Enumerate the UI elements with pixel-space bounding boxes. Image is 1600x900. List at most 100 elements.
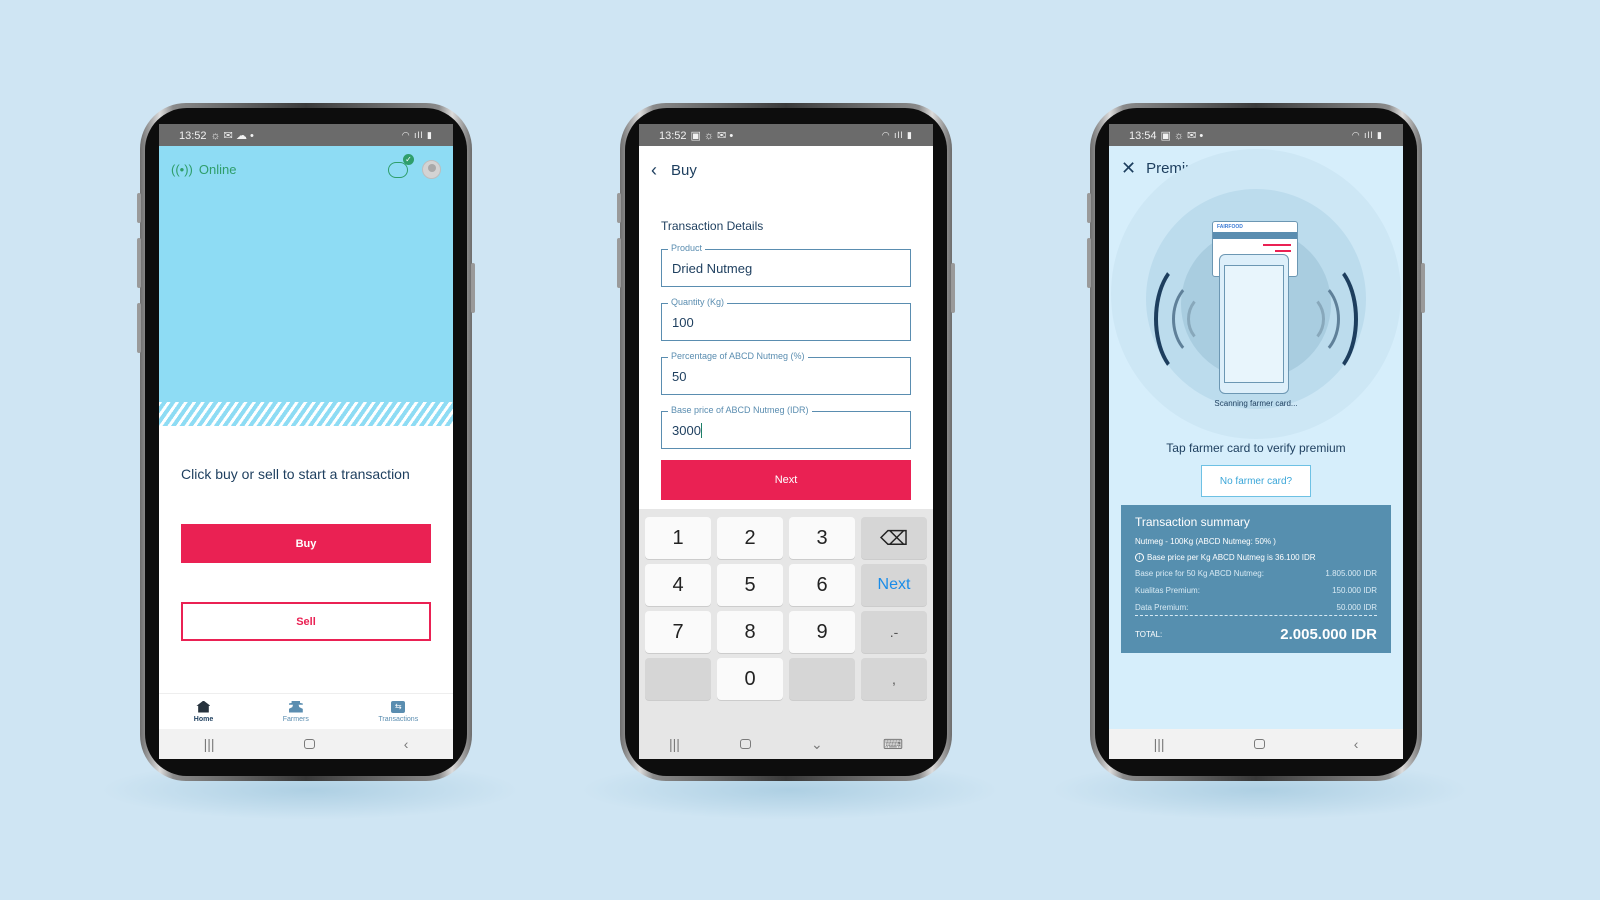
phone-device-icon — [1219, 254, 1289, 394]
connection-status: ((•)) Online — [171, 162, 236, 177]
home-button[interactable] — [739, 739, 751, 749]
keyboard-next-key[interactable]: Next — [861, 564, 927, 606]
status-bar: 13:52 ☼ ✉ ☁ • ◠ ıll ▮ — [159, 124, 453, 146]
key-5[interactable]: 5 — [717, 564, 783, 606]
key-2[interactable]: 2 — [717, 517, 783, 559]
next-button[interactable]: Next — [661, 460, 911, 500]
field-value: 3000 — [672, 422, 701, 438]
buy-screen: 13:52 ▣ ☼ ✉ • ◠ ıll ▮ ‹ Buy Transaction D… — [639, 124, 933, 759]
home-button[interactable] — [303, 739, 315, 749]
key-7[interactable]: 7 — [645, 611, 711, 653]
key-0[interactable]: 0 — [717, 658, 783, 700]
phone-buy: 13:52 ▣ ☼ ✉ • ◠ ıll ▮ ‹ Buy Transaction D… — [617, 103, 955, 781]
broadcast-icon: ((•)) — [171, 162, 193, 177]
backspace-icon: ⌫ — [879, 527, 909, 550]
summary-row: Kualitas Premium: 150.000 IDR — [1135, 586, 1377, 595]
transactions-icon: ⇆ — [391, 700, 406, 713]
key-1[interactable]: 1 — [645, 517, 711, 559]
key-dot-minus[interactable]: .- — [861, 611, 927, 653]
card-brand: FAIRFOOD — [1217, 224, 1243, 230]
keyboard-icon[interactable]: ⌨ — [883, 736, 903, 753]
sync-icon[interactable] — [388, 153, 414, 178]
backspace-key[interactable]: ⌫ — [861, 517, 927, 559]
back-arrow-icon[interactable]: ‹ — [651, 160, 657, 181]
total-value: 2.005.000 IDR — [1280, 626, 1377, 643]
numeric-keypad: 1 2 3 ⌫ 4 5 6 Next 7 8 9 .- 0 , — [639, 509, 933, 759]
power-button — [471, 263, 475, 313]
phone-home: 13:52☼ ✉ ☁ • ◠ ıll ▮ ((•)) Online Click … — [137, 103, 475, 781]
avatar[interactable] — [422, 160, 441, 179]
tab-home[interactable]: Home — [193, 700, 214, 723]
home-screen: 13:52☼ ✉ ☁ • ◠ ıll ▮ ((•)) Online Click … — [159, 124, 453, 759]
volume-button — [137, 238, 141, 288]
status-time: 13:52 — [179, 129, 207, 142]
key-4[interactable]: 4 — [645, 564, 711, 606]
volume-button — [1087, 193, 1091, 223]
hero-banner: ((•)) Online — [159, 146, 453, 426]
key-9[interactable]: 9 — [789, 611, 855, 653]
buy-button[interactable]: Buy — [181, 524, 431, 563]
field-value: 100 — [672, 314, 694, 330]
key-8[interactable]: 8 — [717, 611, 783, 653]
system-nav-bar: ||| ‹ — [1109, 729, 1403, 759]
tab-label: Home — [193, 715, 214, 723]
volume-button — [617, 238, 621, 288]
home-button[interactable] — [1253, 739, 1265, 749]
signal-icons: ◠ ıll ▮ — [401, 129, 433, 140]
total-label: TOTAL: — [1135, 630, 1163, 639]
tab-transactions[interactable]: ⇆ Transactions — [378, 700, 419, 723]
row-value: 150.000 IDR — [1332, 586, 1377, 595]
tab-label: Farmers — [282, 715, 309, 723]
no-farmer-card-button[interactable]: No farmer card? — [1201, 465, 1311, 497]
system-nav-bar: ||| ⌄ ⌨ — [639, 729, 933, 759]
hide-keyboard-button[interactable]: ⌄ — [811, 736, 823, 753]
status-icons: ▣ ☼ ✉ • — [1160, 129, 1204, 142]
row-label: Base price for 50 Kg ABCD Nutmeg: — [1135, 569, 1264, 578]
volume-button — [1087, 238, 1091, 288]
online-label: Online — [198, 162, 237, 177]
power-button — [951, 263, 955, 313]
close-icon[interactable]: ✕ — [1121, 158, 1136, 179]
back-button[interactable]: ‹ — [1354, 736, 1359, 752]
key-comma[interactable]: , — [861, 658, 927, 700]
app-header: ‹ Buy — [639, 146, 933, 181]
bixby-button — [137, 303, 141, 353]
status-icons: ☼ ✉ ☁ • — [210, 129, 254, 142]
recents-button[interactable]: ||| — [669, 736, 680, 752]
product-field[interactable]: Product Dried Nutmeg — [661, 243, 911, 287]
quantity-field[interactable]: Quantity (Kg) 100 — [661, 297, 911, 341]
phone-premium: 13:54▣ ☼ ✉ • ◠ ıll ▮ ✕ Premium verificat… — [1087, 103, 1425, 781]
field-value: Dried Nutmeg — [672, 260, 753, 276]
key-3[interactable]: 3 — [789, 517, 855, 559]
nfc-illustration: FAIRFOOD Scanning farmer card... — [1109, 149, 1403, 439]
scanning-status: Scanning farmer card... — [1214, 399, 1298, 408]
home-icon — [196, 700, 211, 713]
tab-farmers[interactable]: Farmers — [282, 700, 309, 723]
tab-label: Transactions — [378, 715, 419, 723]
field-label: Base price of ABCD Nutmeg (IDR) — [668, 405, 812, 415]
status-bar: 13:54 ▣ ☼ ✉ • ◠ ıll ▮ — [1109, 124, 1403, 146]
row-value: 1.805.000 IDR — [1325, 569, 1377, 578]
status-icons: ▣ ☼ ✉ • — [690, 129, 734, 142]
percentage-field[interactable]: Percentage of ABCD Nutmeg (%) 50 — [661, 351, 911, 395]
field-value: 50 — [672, 368, 687, 384]
info-text: Base price per Kg ABCD Nutmeg is 36.100 … — [1147, 553, 1316, 562]
power-button — [1421, 263, 1425, 313]
sell-button[interactable]: Sell — [181, 602, 431, 641]
volume-button — [617, 193, 621, 223]
start-prompt: Click buy or sell to start a transaction — [181, 466, 410, 482]
info-icon: i — [1135, 553, 1144, 562]
section-title: Transaction Details — [661, 219, 764, 233]
back-button[interactable]: ‹ — [404, 736, 409, 752]
key-6[interactable]: 6 — [789, 564, 855, 606]
premium-screen: 13:54▣ ☼ ✉ • ◠ ıll ▮ ✕ Premium verificat… — [1109, 124, 1403, 759]
recents-button[interactable]: ||| — [204, 736, 215, 752]
base-price-field[interactable]: Base price of ABCD Nutmeg (IDR) 3000 — [661, 405, 911, 449]
signal-icons: ◠ ıll ▮ — [881, 129, 913, 140]
field-label: Product — [668, 243, 706, 253]
field-label: Percentage of ABCD Nutmeg (%) — [668, 351, 808, 361]
summary-row: Base price for 50 Kg ABCD Nutmeg: 1.805.… — [1135, 569, 1377, 578]
stripe-divider — [159, 402, 453, 426]
row-value: 50.000 IDR — [1336, 603, 1377, 612]
recents-button[interactable]: ||| — [1154, 736, 1165, 752]
